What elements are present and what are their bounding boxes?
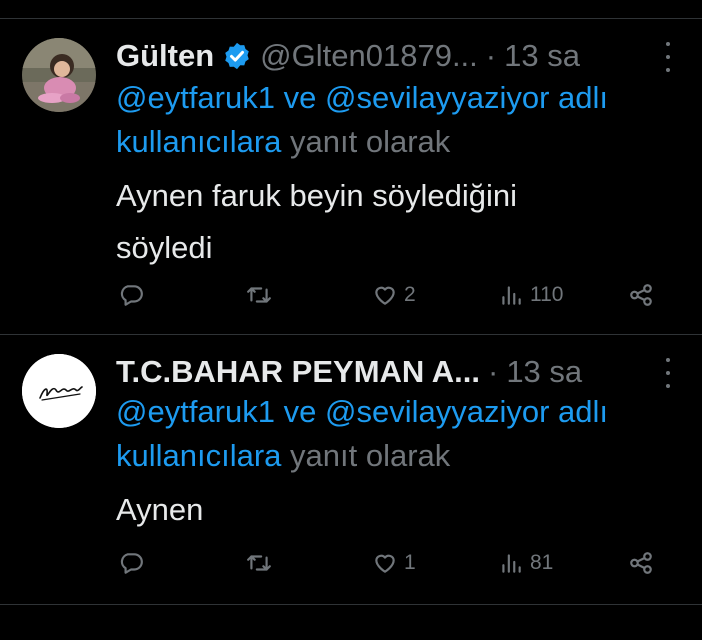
tweet-gulten[interactable]: Gülten @Glten01879... · 13 sa @eytfaruk1… bbox=[0, 18, 702, 334]
child-photo-avatar-icon bbox=[22, 38, 96, 112]
retweet-icon bbox=[247, 555, 271, 571]
reply-button[interactable] bbox=[118, 282, 150, 308]
reply-conjunction: ve bbox=[283, 394, 317, 429]
timestamp[interactable]: 13 sa bbox=[506, 354, 582, 390]
share-icon bbox=[630, 552, 652, 574]
reply-context: @eytfaruk1 ve @sevilayyaziyor adlı kulla… bbox=[116, 390, 682, 478]
reply-word: adlı bbox=[558, 394, 609, 429]
like-button[interactable]: 2 bbox=[372, 282, 416, 308]
meta-separator: · bbox=[485, 38, 497, 73]
author-name[interactable]: T.C.BAHAR PEYMAN A... bbox=[116, 354, 480, 390]
mention-link[interactable]: @eytfaruk1 bbox=[116, 80, 275, 115]
author-name[interactable]: Gülten bbox=[116, 38, 214, 74]
action-bar: 1 81 bbox=[0, 550, 702, 586]
tweet-header: T.C.BAHAR PEYMAN A... · 13 sa bbox=[116, 352, 666, 392]
view-count: 81 bbox=[530, 551, 554, 574]
share-button[interactable] bbox=[628, 550, 654, 576]
heart-icon bbox=[375, 554, 395, 573]
avatar[interactable] bbox=[22, 38, 96, 112]
reply-conjunction: ve bbox=[283, 80, 317, 115]
share-icon bbox=[630, 284, 652, 306]
retweet-button[interactable] bbox=[246, 550, 278, 576]
avatar[interactable] bbox=[22, 354, 96, 428]
view-count: 110 bbox=[530, 283, 564, 306]
reply-suffix: yanıt olarak bbox=[290, 124, 451, 159]
reply-button[interactable] bbox=[118, 550, 150, 576]
verified-badge-icon[interactable] bbox=[222, 41, 252, 71]
views-chart-icon bbox=[502, 286, 521, 305]
reply-suffix: yanıt olarak bbox=[290, 438, 451, 473]
like-count: 1 bbox=[404, 551, 416, 574]
mention-link[interactable]: @eytfaruk1 bbox=[116, 394, 275, 429]
like-count: 2 bbox=[404, 283, 416, 306]
reply-users-word[interactable]: kullanıcılara bbox=[116, 438, 281, 473]
comment-icon bbox=[120, 553, 143, 574]
tweet-text-line: Aynen bbox=[116, 492, 204, 527]
tweet-text-line: Aynen faruk beyin söylediğini bbox=[116, 178, 517, 213]
reply-word: adlı bbox=[558, 80, 609, 115]
action-bar: 2 110 bbox=[0, 282, 702, 318]
views-button[interactable]: 81 bbox=[498, 550, 553, 576]
author-handle[interactable]: @Glten01879... bbox=[260, 38, 478, 74]
tweet-bahar-peyman[interactable]: T.C.BAHAR PEYMAN A... · 13 sa @eytfaruk1… bbox=[0, 334, 702, 604]
mention-link[interactable]: @sevilayyaziyor bbox=[325, 80, 549, 115]
retweet-icon bbox=[247, 287, 271, 303]
tweet-header: Gülten @Glten01879... · 13 sa bbox=[116, 36, 666, 76]
views-button[interactable]: 110 bbox=[498, 282, 563, 308]
like-button[interactable]: 1 bbox=[372, 550, 416, 576]
timestamp[interactable]: 13 sa bbox=[504, 38, 580, 74]
retweet-button[interactable] bbox=[246, 282, 278, 308]
tweet-text: Aynen faruk beyin söylediğini söyledi bbox=[116, 170, 662, 274]
signature-avatar-icon bbox=[22, 354, 96, 428]
views-chart-icon bbox=[502, 554, 521, 573]
reply-users-word[interactable]: kullanıcılara bbox=[116, 124, 281, 159]
share-button[interactable] bbox=[628, 282, 654, 308]
more-options-icon[interactable] bbox=[664, 358, 672, 388]
more-options-icon[interactable] bbox=[664, 42, 672, 72]
meta-separator: · bbox=[487, 354, 499, 389]
comment-icon bbox=[120, 285, 143, 306]
heart-icon bbox=[375, 286, 395, 305]
bottom-divider bbox=[0, 604, 702, 605]
reply-context: @eytfaruk1 ve @sevilayyaziyor adlı kulla… bbox=[116, 76, 682, 164]
tweet-text-line: söyledi bbox=[116, 230, 213, 265]
tweet-text: Aynen bbox=[116, 484, 662, 536]
mention-link[interactable]: @sevilayyaziyor bbox=[325, 394, 549, 429]
